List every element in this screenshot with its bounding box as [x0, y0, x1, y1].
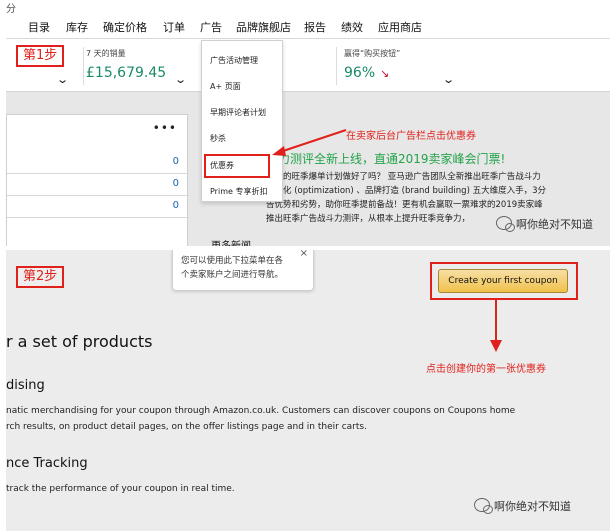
seller-central-ads-menu-panel: 分 目录 库存 确定价格 订单 广告 品牌旗舰店 报告 绩效 应用商店 7 天的… — [6, 0, 610, 246]
watermark-text: 啊你绝对不知道 — [494, 500, 571, 513]
nav-brand-stores[interactable]: 品牌旗舰店 — [236, 19, 291, 35]
trend-down-icon: ↘ — [380, 67, 390, 80]
more-options-icon[interactable]: ••• — [153, 121, 177, 135]
annotation-arrow-icon — [490, 300, 502, 352]
row-count[interactable]: 0 — [173, 200, 179, 211]
tooltip-line: 您可以使用此下拉菜单在各 — [181, 256, 284, 266]
nav-pricing[interactable]: 确定价格 — [103, 19, 147, 35]
buybox-value: 96% — [344, 65, 376, 81]
row-count[interactable]: 0 — [173, 178, 179, 189]
watermark: 啊你绝对不知道 — [474, 498, 571, 514]
coupon-highlight-box — [204, 154, 270, 178]
nav-performance[interactable]: 绩效 — [341, 19, 363, 35]
section-text: natic merchandising for your coupon thro… — [6, 406, 516, 416]
list-item: 0 — [7, 197, 187, 218]
nav-advertising[interactable]: 广告 — [200, 19, 222, 41]
list-item: 0 — [7, 153, 187, 174]
account-nav-tooltip: 您可以使用此下拉菜单在各 个卖家账户之间进行导航。 × — [172, 250, 314, 291]
tooltip-line: 个卖家账户之间进行导航。 — [181, 270, 284, 280]
menu-item-campaign-manager[interactable]: 广告活动管理 — [210, 55, 258, 66]
nav-reports[interactable]: 报告 — [304, 19, 326, 35]
divider — [83, 47, 84, 85]
create-first-coupon-button[interactable]: Create your first coupon — [438, 269, 568, 293]
advertising-dropdown: 广告活动管理 A+ 页面 早期评论者计划 秒杀 优惠券 Prime 专享折扣 — [201, 40, 283, 202]
close-icon[interactable]: × — [300, 250, 308, 259]
sales-value: £15,679.45 — [86, 65, 167, 81]
corner-glyph: 分 — [6, 4, 16, 15]
section-text: rch results, on product detail pages, on… — [6, 422, 367, 432]
news-line: 、优化 (optimization) 、品牌打造 (brand building… — [266, 186, 546, 196]
step-1-label: 第1步 — [16, 45, 65, 67]
annotation-click-coupons: 在卖家后台广告栏点击优惠券 — [346, 131, 476, 142]
chevron-down-icon[interactable]: ⌄ — [442, 73, 455, 86]
news-line: ，你的旺季爆单计划做好了吗？ 亚马逊广告团队全新推出旺季广告战斗力 — [266, 172, 541, 182]
wechat-icon — [496, 216, 515, 232]
nav-orders[interactable]: 订单 — [163, 19, 185, 35]
section-text: track the performance of your coupon in … — [6, 484, 235, 494]
left-widget-card: ••• 0 0 0 — [6, 114, 188, 246]
chevron-down-icon[interactable]: ⌄ — [56, 73, 69, 86]
coupon-landing-panel: 第2步 您可以使用此下拉菜单在各 个卖家账户之间进行导航。 × Create y… — [6, 250, 610, 531]
nav-inventory[interactable]: 库存 — [66, 19, 88, 35]
menu-item-a-plus[interactable]: A+ 页面 — [210, 81, 241, 92]
chevron-down-icon[interactable]: ⌄ — [174, 73, 187, 86]
watermark: 啊你绝对不知道 — [496, 216, 593, 232]
annotation-create-coupon: 点击创建你的第一张优惠券 — [426, 364, 546, 375]
divider — [336, 47, 337, 85]
buybox-label: 赢得“购买按钮” — [344, 49, 401, 58]
row-count[interactable]: 0 — [173, 156, 179, 167]
top-nav-bar: 分 目录 库存 确定价格 订单 广告 品牌旗舰店 报告 绩效 应用商店 — [6, 0, 610, 41]
step-2-label: 第2步 — [16, 266, 65, 288]
wechat-icon — [474, 498, 493, 514]
news-line: 告优势和劣势，助你旺季提前备战！更有机会赢取一票难求的2019卖家峰 — [266, 200, 543, 210]
metrics-bar: 7 天的销量 £15,679.45 ⌄ ⌄ 赢得“购买按钮” 96% ↘ ⌄ — [6, 39, 610, 92]
annotation-arrow-icon — [272, 129, 347, 156]
section-title-merchandising: dising — [6, 378, 45, 393]
menu-item-prime-discount[interactable]: Prime 专享折扣 — [210, 186, 267, 197]
menu-item-early-reviewer[interactable]: 早期评论者计划 — [210, 107, 266, 118]
nav-appstore[interactable]: 应用商店 — [378, 19, 422, 35]
more-news-link[interactable]: 更多新闻 — [211, 237, 251, 246]
nav-catalog[interactable]: 目录 — [28, 19, 50, 35]
list-item: 0 — [7, 175, 187, 196]
section-title-tracking: nce Tracking — [6, 456, 88, 471]
section-heading: r a set of products — [6, 332, 153, 351]
news-line: 推出旺季广告战斗力测评，从根本上提升旺季竞争力， — [266, 214, 471, 224]
sales-label: 7 天的销量 — [86, 49, 126, 58]
watermark-text: 啊你绝对不知道 — [516, 218, 593, 231]
menu-item-lightning-deals[interactable]: 秒杀 — [210, 133, 226, 144]
